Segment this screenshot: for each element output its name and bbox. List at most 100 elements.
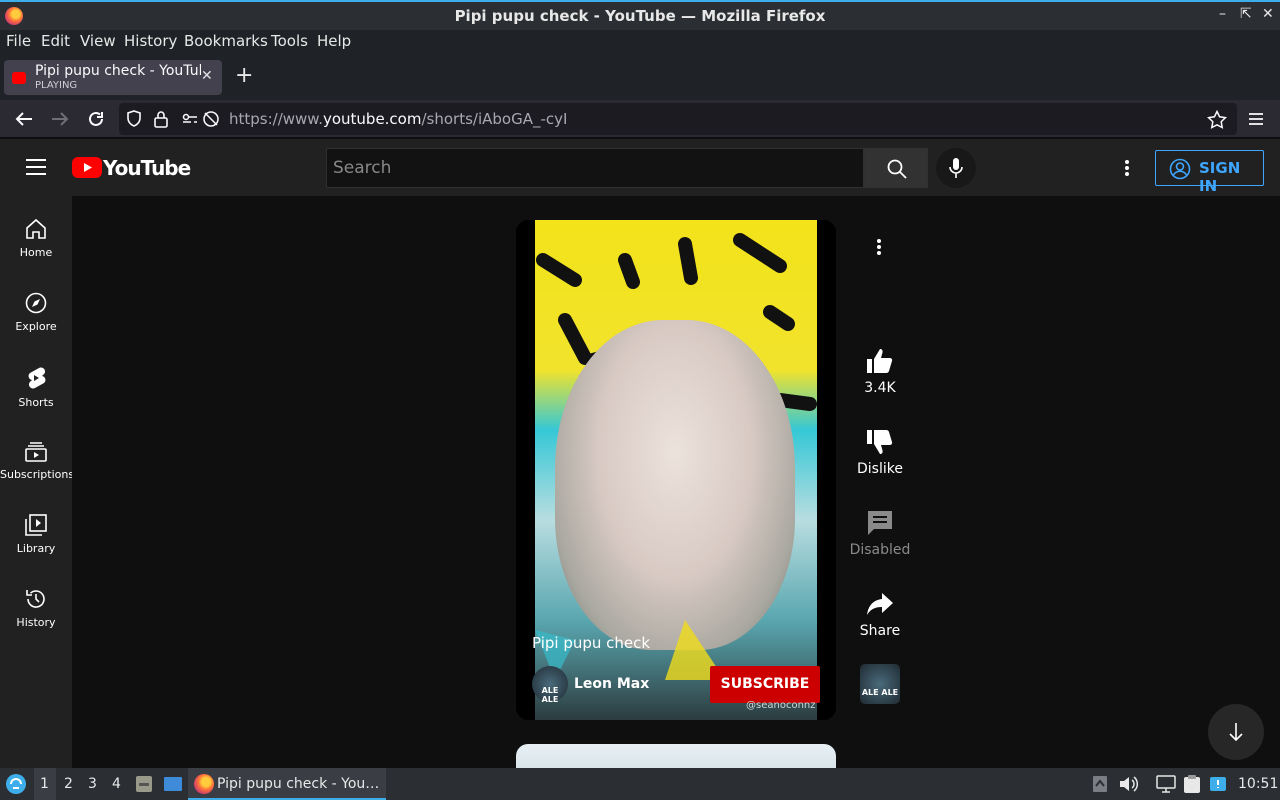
show-desktop-icon[interactable] <box>163 776 183 792</box>
forward-icon[interactable] <box>50 110 70 128</box>
taskbar-window-title: Pipi pupu check - You… <box>217 776 380 792</box>
arrow-down-icon <box>1229 723 1243 742</box>
shorts-icon <box>28 367 46 389</box>
sign-in-button[interactable]: SIGN IN <box>1155 150 1264 195</box>
volume-icon[interactable] <box>1119 775 1139 793</box>
navigation-bar: https://www.youtube.com/shorts/iAboGA_-c… <box>0 100 1280 138</box>
url-text[interactable]: https://www.youtube.com/shorts/iAboGA_-c… <box>229 110 567 128</box>
sidebar-item-label: History <box>16 616 56 629</box>
sidebar-item-label: Explore <box>15 320 57 333</box>
compass-icon <box>25 292 47 314</box>
sidebar-item-explore[interactable]: Explore <box>0 282 72 356</box>
back-icon[interactable] <box>14 110 34 128</box>
tab-active[interactable]: Pipi pupu check - YouTube PLAYING ✕ <box>4 60 222 95</box>
sidebar-item-label: Home <box>19 246 53 259</box>
like-count: 3.4K <box>864 380 896 396</box>
home-icon <box>26 218 46 239</box>
menu-view[interactable]: View <box>80 32 116 50</box>
share-icon <box>867 593 893 615</box>
short-more-options-icon[interactable] <box>876 238 882 256</box>
comments-button[interactable]: Disabled <box>848 510 912 558</box>
desktop-3[interactable]: 3 <box>88 776 97 792</box>
taskbar-firefox-window[interactable]: Pipi pupu check - You… <box>188 768 386 800</box>
thumbs-up-icon <box>867 349 893 373</box>
file-manager-icon[interactable] <box>135 775 153 793</box>
sidebar-item-shorts[interactable]: Shorts <box>0 356 72 430</box>
shield-icon[interactable] <box>126 110 142 128</box>
autoplay-blocked-icon[interactable] <box>202 110 220 128</box>
sidebar-item-label: Subscriptions <box>0 468 75 481</box>
menu-bookmarks[interactable]: Bookmarks <box>184 32 268 50</box>
library-icon <box>25 514 47 536</box>
menu-edit[interactable]: Edit <box>41 32 70 50</box>
minimize-button[interactable]: – <box>1219 6 1226 22</box>
new-tab-button[interactable]: + <box>235 63 253 88</box>
taskbar: 1 2 3 4 Pipi pupu check - You… 10:51 <box>0 768 1280 800</box>
hamburger-menu-icon[interactable] <box>1248 112 1264 126</box>
desktop-1[interactable]: 1 <box>40 776 49 792</box>
youtube-logo[interactable] <box>72 157 102 178</box>
tab-status: PLAYING <box>35 80 78 91</box>
channel-name[interactable]: Leon Max <box>574 676 649 692</box>
window-titlebar: Pipi pupu check - YouTube — Mozilla Fire… <box>0 0 1280 30</box>
share-button[interactable]: Share <box>848 591 912 639</box>
permissions-icon[interactable] <box>182 111 198 127</box>
video-watermark: @seanoconnz <box>746 700 816 711</box>
sidebar-item-library[interactable]: Library <box>0 504 72 578</box>
main-content: Pipi pupu check ALE ALE Leon Max SUBSCRI… <box>72 196 1280 784</box>
search-input[interactable] <box>327 149 863 187</box>
sidebar-item-subscriptions[interactable]: Subscriptions <box>0 430 75 504</box>
search-icon <box>887 159 907 179</box>
dislike-label: Dislike <box>857 461 903 477</box>
menubar: File Edit View History Bookmarks Tools H… <box>0 30 1280 55</box>
subscriptions-icon <box>25 442 47 462</box>
short-title: Pipi pupu check <box>532 634 651 652</box>
menu-tools[interactable]: Tools <box>271 32 308 50</box>
channel-avatar[interactable]: ALE ALE <box>532 666 568 704</box>
guide-menu-icon[interactable] <box>26 158 46 176</box>
avatar-text: ALE ALE <box>541 686 559 704</box>
maximize-button[interactable]: ⇱ <box>1240 6 1252 22</box>
voice-search-button[interactable] <box>936 148 976 188</box>
clock: 10:51 <box>1238 776 1279 792</box>
account-icon <box>1169 158 1191 180</box>
dislike-button[interactable]: Dislike <box>848 429 912 477</box>
tab-close-icon[interactable]: ✕ <box>201 68 213 84</box>
sidebar-item-history[interactable]: History <box>0 578 72 652</box>
settings-more-icon[interactable] <box>1124 159 1130 177</box>
menu-help[interactable]: Help <box>317 32 351 50</box>
like-button[interactable]: 3.4K <box>848 348 912 396</box>
tab-strip: Pipi pupu check - YouTube PLAYING ✕ + <box>0 55 1280 100</box>
lock-icon[interactable] <box>154 110 168 128</box>
close-window-button[interactable]: ✕ <box>1262 6 1274 22</box>
sidebar-item-label: Library <box>16 542 56 555</box>
menu-file[interactable]: File <box>6 32 31 50</box>
app-launcher-icon[interactable] <box>5 773 27 795</box>
history-icon <box>26 590 45 608</box>
scroll-down-button[interactable] <box>1208 704 1264 760</box>
desktop-4[interactable]: 4 <box>112 776 121 792</box>
search-box[interactable] <box>326 148 864 188</box>
updates-notification-icon[interactable] <box>1209 774 1227 794</box>
microphone-icon <box>949 158 963 178</box>
reload-icon[interactable] <box>86 109 106 129</box>
shorts-player[interactable]: Pipi pupu check ALE ALE Leon Max SUBSCRI… <box>516 220 836 720</box>
clipboard-icon[interactable] <box>1183 774 1201 794</box>
channel-thumbnail[interactable]: ALE ALE <box>860 664 900 704</box>
subscribe-button[interactable]: SUBSCRIBE <box>710 666 820 703</box>
search-button[interactable] <box>864 148 928 188</box>
firefox-taskbar-icon <box>194 774 214 794</box>
desktop-2[interactable]: 2 <box>64 776 73 792</box>
network-icon[interactable] <box>1156 775 1176 793</box>
share-label: Share <box>859 623 901 639</box>
youtube-play-logo-icon <box>72 157 102 178</box>
sidebar-item-home[interactable]: Home <box>0 208 72 282</box>
bookmark-star-icon[interactable] <box>1207 110 1227 129</box>
comments-label: Disabled <box>849 542 911 558</box>
tab-title: Pipi pupu check - YouTube <box>35 63 201 79</box>
channel-thumbnail-text: ALE ALE <box>861 688 899 697</box>
tray-expand-icon[interactable] <box>1092 775 1108 793</box>
sidebar-item-label: Shorts <box>18 396 54 409</box>
menu-history[interactable]: History <box>124 32 177 50</box>
youtube-logo-text[interactable]: YouTube <box>103 156 191 180</box>
